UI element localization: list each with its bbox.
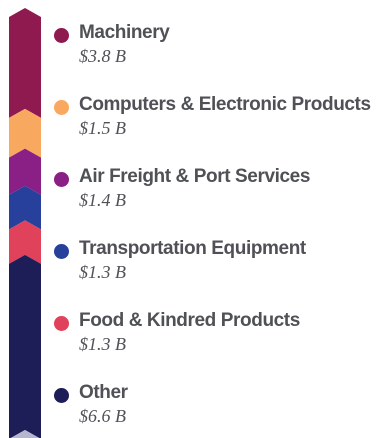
legend-label: Other <box>79 382 128 403</box>
legend-swatch <box>54 388 69 403</box>
bar-segment-5 <box>9 254 41 438</box>
legend-swatch <box>54 172 69 187</box>
data-label: $1.3 B <box>79 262 126 282</box>
data-label: $6.6 B <box>79 406 126 426</box>
legend-label: Machinery <box>79 22 170 43</box>
legend-swatch <box>54 28 69 43</box>
legend-label: Air Freight & Port Services <box>79 166 310 187</box>
data-label: $3.8 B <box>79 46 126 66</box>
legend-swatch <box>54 100 69 115</box>
legend-swatch <box>54 316 69 331</box>
bar-segment-0 <box>9 8 41 118</box>
legend-swatch <box>54 244 69 259</box>
legend-label: Computers & Electronic Products <box>79 94 371 115</box>
stacked-bar <box>9 8 41 438</box>
legend-label: Transportation Equipment <box>79 238 306 259</box>
data-label: $1.3 B <box>79 334 126 354</box>
data-label: $1.4 B <box>79 190 126 210</box>
data-label: $1.5 B <box>79 118 126 138</box>
legend-label: Food & Kindred Products <box>79 310 300 331</box>
